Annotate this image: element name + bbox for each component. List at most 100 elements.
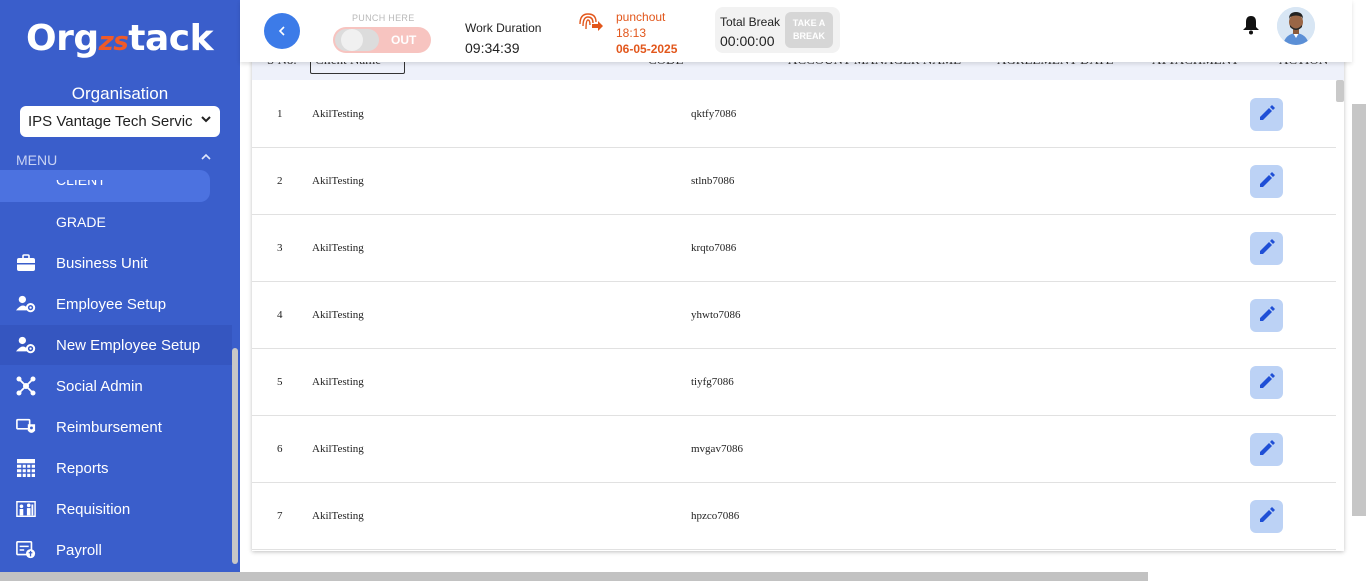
pencil-icon — [1258, 506, 1276, 527]
sidebar-item-payroll[interactable]: Payroll — [0, 530, 232, 570]
sidebar-item-label: Reimbursement — [56, 418, 162, 436]
sidebar-item-requisition[interactable]: Requisition — [0, 489, 232, 529]
table-row: 4 AkilTesting yhwto7086 — [252, 282, 1336, 349]
table-row: 7 AkilTesting hpzco7086 — [252, 483, 1336, 550]
total-break-value: 00:00:00 — [720, 33, 775, 49]
cell-sno: 6 — [277, 443, 283, 455]
sidebar-item-reimbursement[interactable]: Reimbursement — [0, 407, 232, 447]
pencil-icon — [1258, 439, 1276, 460]
sidebar-item-label: Social Admin — [56, 377, 143, 395]
sidebar-item-grade[interactable]: GRADE — [56, 214, 106, 230]
sidebar-item-label: New Employee Setup — [56, 336, 201, 354]
chevron-left-icon — [277, 22, 287, 39]
cell-client-name: AkilTesting — [312, 376, 364, 388]
client-table: S No. Client Name CODE ACCOUNT MANAGER N… — [252, 40, 1344, 551]
cell-sno: 5 — [277, 376, 283, 388]
sidebar-item-new-employee-setup[interactable]: New Employee Setup — [0, 325, 232, 365]
organisation-label: Organisation — [71, 84, 169, 103]
table-scrollbar[interactable] — [1336, 80, 1344, 102]
cell-code: mvgav7086 — [691, 443, 743, 455]
toggle-state-label: OUT — [391, 33, 417, 47]
cell-code: tiyfg7086 — [691, 376, 734, 388]
sidebar-item-employee-setup[interactable]: Employee Setup — [0, 284, 232, 324]
edit-button[interactable] — [1250, 500, 1283, 533]
cell-client-name: AkilTesting — [312, 443, 364, 455]
pencil-icon — [1258, 104, 1276, 125]
edit-button[interactable] — [1250, 232, 1283, 265]
sidebar-item-label: Requisition — [56, 500, 131, 518]
cell-code: stlnb7086 — [691, 175, 735, 187]
back-button[interactable] — [264, 13, 300, 49]
brand-logo: Orgzstack — [26, 18, 214, 59]
cell-sno: 7 — [277, 510, 283, 522]
toggle-knob — [341, 29, 363, 51]
cell-code: qktfy7086 — [691, 108, 737, 120]
briefcase-icon — [16, 253, 36, 273]
table-row: 5 AkilTesting tiyfg7086 — [252, 349, 1336, 416]
sidebar-item-social-admin[interactable]: Social Admin — [0, 366, 232, 406]
sidebar-item-label: Reports — [56, 459, 109, 477]
punchout-time: 18:13 — [616, 26, 647, 40]
table-row: 1 AkilTesting qktfy7086 — [252, 81, 1336, 148]
users-gear-icon — [16, 335, 36, 355]
cell-sno: 1 — [277, 108, 283, 120]
fingerprint-icon — [576, 10, 604, 36]
sidebar: Orgzstack Organisation IPS Vantage Tech … — [0, 0, 240, 581]
cell-client-name: AkilTesting — [312, 242, 364, 254]
menu-section-label: MENU — [16, 152, 58, 168]
take-break-line1: TAKE A — [792, 18, 826, 28]
table-row: 3 AkilTesting krqto7086 — [252, 215, 1336, 282]
organisation-select-value: IPS Vantage Tech Services — [28, 112, 193, 130]
top-header: PUNCH HERE OUT Work Duration 09:34:39 pu… — [240, 0, 1352, 62]
cell-client-name: AkilTesting — [312, 175, 364, 187]
pencil-icon — [1258, 305, 1276, 326]
cell-code: yhwto7086 — [691, 309, 741, 321]
pencil-icon — [1258, 238, 1276, 259]
break-panel: Total Break 00:00:00 TAKE A BREAK — [715, 7, 840, 53]
table-row: 6 AkilTesting mvgav7086 — [252, 416, 1336, 483]
punchout-label: punchout — [616, 10, 666, 24]
avatar[interactable] — [1277, 7, 1315, 45]
cell-sno: 2 — [277, 175, 283, 187]
edit-button[interactable] — [1250, 433, 1283, 466]
organisation-select[interactable]: IPS Vantage Tech Services — [20, 106, 220, 137]
payroll-icon — [16, 540, 36, 560]
punch-toggle[interactable]: OUT — [333, 27, 431, 53]
people-chart-icon — [16, 499, 36, 519]
cell-sno: 4 — [277, 309, 283, 321]
grid-report-icon — [16, 458, 36, 478]
cell-code: krqto7086 — [691, 242, 737, 254]
bell-icon[interactable] — [1242, 15, 1260, 35]
chevron-down-icon — [200, 112, 212, 128]
edit-button[interactable] — [1250, 98, 1283, 131]
sidebar-item-label: Business Unit — [56, 254, 148, 272]
edit-button[interactable] — [1250, 366, 1283, 399]
table-row: 2 AkilTesting stlnb7086 — [252, 148, 1336, 215]
take-break-button[interactable]: TAKE A BREAK — [785, 12, 833, 48]
cell-client-name: AkilTesting — [312, 510, 364, 522]
punchout-date: 06-05-2025 — [616, 42, 678, 56]
take-break-line2: BREAK — [792, 31, 825, 41]
punch-here-label: PUNCH HERE — [352, 13, 415, 23]
sidebar-item-label: Employee Setup — [56, 295, 167, 313]
cell-code: hpzco7086 — [691, 510, 740, 522]
money-shield-icon — [16, 417, 36, 437]
horizontal-scrollbar[interactable] — [0, 572, 1148, 581]
total-break-label: Total Break — [720, 15, 781, 29]
cell-sno: 3 — [277, 242, 283, 254]
users-gear-icon — [16, 294, 36, 314]
sidebar-item-reports[interactable]: Reports — [0, 448, 232, 488]
work-duration-value: 09:34:39 — [465, 40, 520, 56]
sidebar-scrollbar[interactable] — [232, 348, 238, 564]
sidebar-item-label: Payroll — [56, 541, 102, 559]
edit-button[interactable] — [1250, 299, 1283, 332]
pencil-icon — [1258, 372, 1276, 393]
cell-client-name: AkilTesting — [312, 108, 364, 120]
pencil-icon — [1258, 171, 1276, 192]
chevron-up-icon[interactable] — [200, 150, 212, 166]
sidebar-item-business-unit[interactable]: Business Unit — [0, 243, 232, 283]
share-icon — [16, 376, 36, 396]
cell-client-name: AkilTesting — [312, 309, 364, 321]
page-scrollbar[interactable] — [1352, 104, 1366, 516]
edit-button[interactable] — [1250, 165, 1283, 198]
